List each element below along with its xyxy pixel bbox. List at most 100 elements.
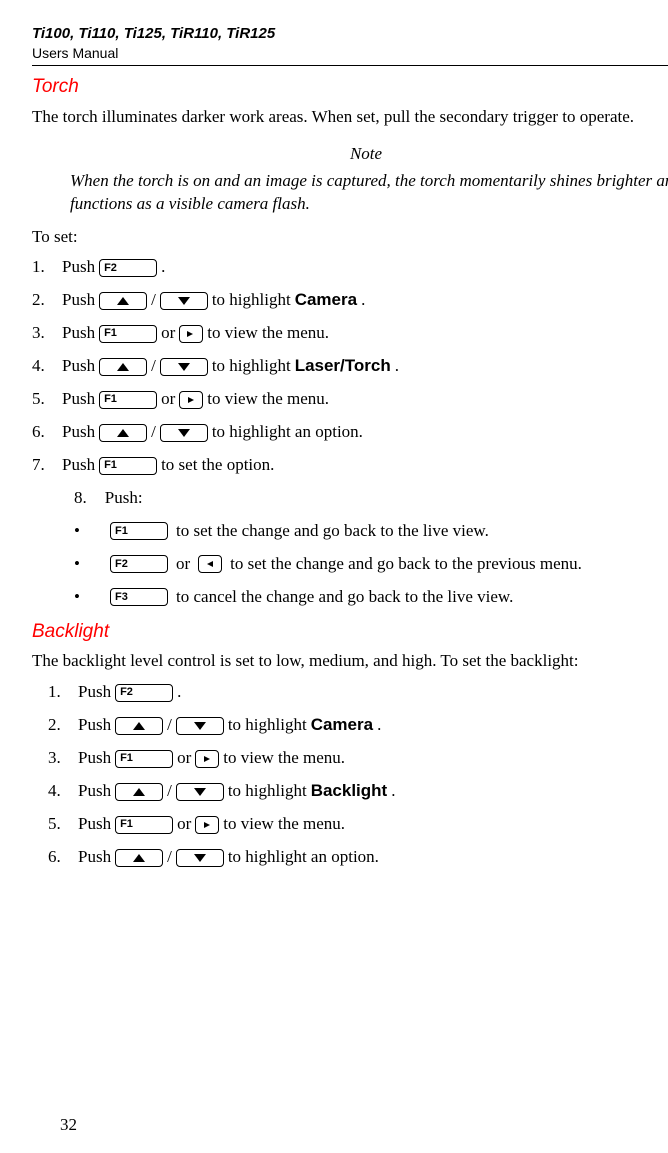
bullet-icon: • (74, 553, 102, 576)
step-text: to highlight (212, 355, 291, 378)
f2-key: F2 (99, 259, 157, 277)
step-number: 8. (74, 487, 87, 510)
note-body: When the torch is on and an image is cap… (70, 170, 668, 216)
step: 5. Push F1 or to view the menu. (32, 813, 668, 836)
step: 2. Push / to highlight Camera . (32, 714, 668, 737)
right-key (179, 325, 203, 343)
to-set-label: To set: (32, 226, 668, 249)
note-label: Note (32, 143, 668, 166)
up-key (99, 292, 147, 310)
up-key (115, 849, 163, 867)
torch-steps: 1. Push F2 . 2. Push / to highlight Came… (32, 256, 668, 477)
down-key (176, 849, 224, 867)
step-8-bullets: • F1 to set the change and go back to th… (74, 520, 668, 609)
step-text: Push (78, 714, 111, 737)
step: 5. Push F1 or to view the menu. (32, 388, 668, 411)
step-number: 2. (32, 714, 74, 737)
bullet: • F2 or to set the change and go back to… (74, 553, 668, 576)
highlight-target: Backlight (311, 780, 388, 803)
step-number: 3. (32, 747, 74, 770)
step-text: / (151, 421, 156, 444)
doc-header-title: Ti100, Ti110, Ti125, TiR110, TiR125 (32, 24, 668, 44)
backlight-intro: The backlight level control is set to lo… (32, 650, 668, 673)
step-number: 1. (32, 681, 74, 704)
step-text: / (167, 714, 172, 737)
step: 1. Push F2 . (32, 681, 668, 704)
step-text: . (377, 714, 381, 737)
step: 1. Push F2 . (32, 256, 668, 279)
step-text: Push (78, 780, 111, 803)
step-text: . (391, 780, 395, 803)
step-text: to view the menu. (207, 388, 329, 411)
step-text: / (167, 846, 172, 869)
step-text: to view the menu. (223, 813, 345, 836)
step-text: Push (62, 454, 95, 477)
highlight-target: Camera (311, 714, 373, 737)
step: 8. Push: (74, 487, 668, 510)
step-number: 4. (32, 780, 74, 803)
down-key (160, 292, 208, 310)
step-text: / (167, 780, 172, 803)
f1-key: F1 (115, 816, 173, 834)
step-text: Push (62, 256, 95, 279)
bullet-text: to set the change and go back to the pre… (230, 553, 582, 576)
step: 3. Push F1 or to view the menu. (32, 747, 668, 770)
right-key (179, 391, 203, 409)
step-number: 5. (32, 388, 58, 411)
backlight-steps: 1. Push F2 . 2. Push / to highlight Came… (32, 681, 668, 869)
step-number: 7. (32, 454, 58, 477)
step-text: Push (78, 813, 111, 836)
step-text: Push: (105, 487, 143, 510)
up-key (115, 717, 163, 735)
step-text: Push (78, 846, 111, 869)
down-key (176, 783, 224, 801)
step-text: Push (62, 355, 95, 378)
step-text: to set the option. (161, 454, 274, 477)
step-text: Push (62, 388, 95, 411)
bullet-text: to set the change and go back to the liv… (176, 520, 489, 543)
highlight-target: Laser/Torch (295, 355, 391, 378)
step-8-block: 8. Push: • F1 to set the change and go b… (74, 487, 668, 609)
down-key (176, 717, 224, 735)
step-text: Push (78, 747, 111, 770)
step-text: / (151, 289, 156, 312)
step-text: or (177, 747, 191, 770)
step: 2. Push / to highlight Camera . (32, 289, 668, 312)
torch-intro: The torch illuminates darker work areas.… (32, 106, 668, 129)
step: 4. Push / to highlight Laser/Torch . (32, 355, 668, 378)
step-text: to highlight (228, 714, 307, 737)
highlight-target: Camera (295, 289, 357, 312)
step: 7. Push F1 to set the option. (32, 454, 668, 477)
step-number: 3. (32, 322, 58, 345)
f2-key: F2 (115, 684, 173, 702)
step-text: . (395, 355, 399, 378)
left-key (198, 555, 222, 573)
doc-header-subtitle: Users Manual (32, 44, 668, 63)
step: 6. Push / to highlight an option. (32, 846, 668, 869)
step-text: . (177, 681, 181, 704)
bullet: • F3 to cancel the change and go back to… (74, 586, 668, 609)
step-number: 6. (32, 421, 58, 444)
f1-key: F1 (99, 325, 157, 343)
step-text: Push (62, 322, 95, 345)
page-number: 32 (60, 1114, 77, 1137)
up-key (99, 424, 147, 442)
bullet-text: or (176, 553, 190, 576)
step-text: to view the menu. (223, 747, 345, 770)
up-key (115, 783, 163, 801)
bullet: • F1 to set the change and go back to th… (74, 520, 668, 543)
down-key (160, 424, 208, 442)
step-text: to highlight an option. (212, 421, 363, 444)
header-rule (32, 65, 668, 66)
step-text: to highlight (228, 780, 307, 803)
step-text: or (161, 388, 175, 411)
f2-key: F2 (110, 555, 168, 573)
step-text: Push (62, 421, 95, 444)
section-title-torch: Torch (32, 74, 668, 100)
step-text: . (361, 289, 365, 312)
f1-key: F1 (99, 457, 157, 475)
step: 6. Push / to highlight an option. (32, 421, 668, 444)
bullet-text: to cancel the change and go back to the … (176, 586, 513, 609)
step-text: to highlight an option. (228, 846, 379, 869)
step-text: Push (62, 289, 95, 312)
